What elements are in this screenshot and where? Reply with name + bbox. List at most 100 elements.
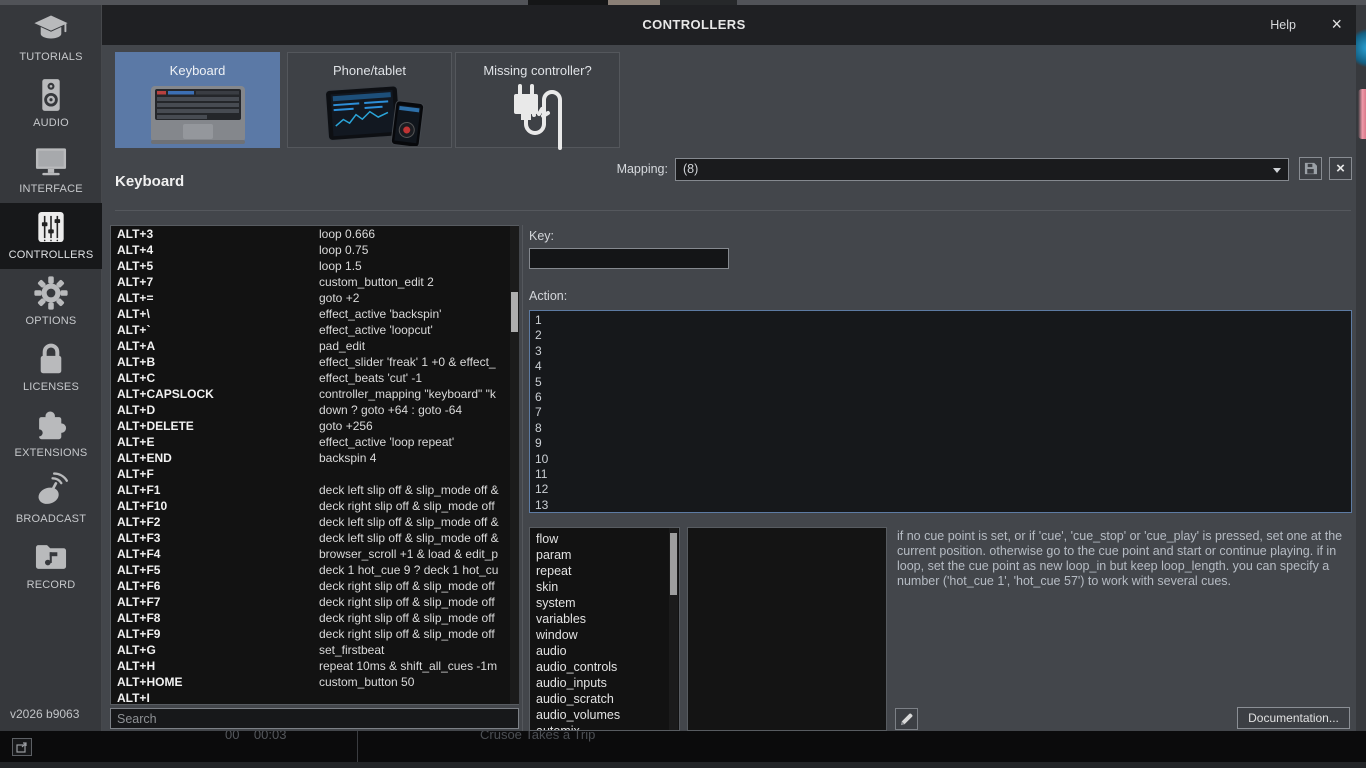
shortcut-key: ALT+I [117,690,315,705]
category-item[interactable]: audio_inputs [530,675,679,691]
mapping-dropdown[interactable]: (8) [675,158,1289,181]
shortcut-row[interactable]: ALT+7 custom_button_edit 2 [111,274,518,290]
shortcut-row[interactable]: ALT+F10 deck right slip off & slip_mode … [111,498,518,514]
documentation-button[interactable]: Documentation... [1237,707,1350,729]
category-item[interactable]: flow [530,531,679,547]
line-number: 2 [535,328,1351,343]
shortcut-key: ALT+E [117,434,315,450]
sidebar-item-label: CONTROLLERS [9,249,94,261]
shortcut-row[interactable]: ALT+CAPSLOCK controller_mapping "keyboar… [111,386,518,402]
save-floppy-icon [1304,162,1317,175]
shortcut-row[interactable]: ALT+G set_firstbeat [111,642,518,658]
shortcut-row[interactable]: ALT+E effect_active 'loop repeat' [111,434,518,450]
sidebar-item-broadcast[interactable]: BROADCAST [0,467,102,533]
tab-phone-tablet[interactable]: Phone/tablet [287,52,452,148]
category-item[interactable]: system [530,595,679,611]
chevron-down-icon [1273,168,1281,173]
restore-window-button[interactable] [12,738,32,756]
shortcut-row[interactable]: ALT+\ effect_active 'backspin' [111,306,518,322]
sidebar-item-controllers[interactable]: CONTROLLERS [0,203,102,269]
mixer-sliders-icon [32,208,70,246]
search-input[interactable] [110,708,519,729]
sidebar-item-tutorials[interactable]: TUTORIALS [0,5,102,71]
line-number: 11 [535,467,1351,482]
shortcut-row[interactable]: ALT+3 loop 0.666 [111,226,518,242]
shortcut-list[interactable]: ALT+3 loop 0.666 ALT+4 loop 0.75 ALT+5 l… [110,225,519,705]
shortcut-row[interactable]: ALT+I [111,690,518,705]
shortcut-row[interactable]: ALT+DELETE goto +256 [111,418,518,434]
shortcut-row[interactable]: ALT+F2 deck left slip off & slip_mode of… [111,514,518,530]
close-icon[interactable]: × [1331,14,1342,34]
shortcut-row[interactable]: ALT+5 loop 1.5 [111,258,518,274]
category-item[interactable]: automix [530,723,679,731]
shortcut-key: ALT+5 [117,258,315,274]
shortcut-row[interactable]: ALT+` effect_active 'loopcut' [111,322,518,338]
shortcut-row[interactable]: ALT+F6 deck right slip off & slip_mode o… [111,578,518,594]
shortcut-row[interactable]: ALT+HOME custom_button 50 [111,674,518,690]
shortcut-row[interactable]: ALT+F [111,466,518,482]
sidebar-item-options[interactable]: OPTIONS [0,269,102,335]
line-number: 7 [535,405,1351,420]
shortcut-key: ALT+D [117,402,315,418]
shortcut-action: loop 0.75 [319,242,506,258]
category-item[interactable]: window [530,627,679,643]
shortcut-row[interactable]: ALT+F8 deck right slip off & slip_mode o… [111,610,518,626]
action-help-text: if no cue point is set, or if 'cue', 'cu… [897,529,1359,589]
line-number: 13 [535,498,1351,513]
category-item[interactable]: param [530,547,679,563]
sidebar-item-record[interactable]: RECORD [0,533,102,599]
action-sublist[interactable] [687,527,887,731]
category-item[interactable]: audio_volumes [530,707,679,723]
shortcut-action: controller_mapping "keyboard" "k [319,386,506,402]
shortcut-row[interactable]: ALT+4 loop 0.75 [111,242,518,258]
action-category-list[interactable]: flowparamrepeatskinsystemvariableswindow… [529,527,680,731]
sidebar-item-label: TUTORIALS [19,51,82,63]
scrollbar-thumb[interactable] [670,533,677,595]
divider [115,210,1351,211]
scrollbar[interactable] [510,226,519,704]
sidebar-item-audio[interactable]: AUDIO [0,71,102,137]
shortcut-row[interactable]: ALT+A pad_edit [111,338,518,354]
shortcut-row[interactable]: ALT+END backspin 4 [111,450,518,466]
shortcut-key: ALT+\ [117,306,315,322]
sidebar-item-licenses[interactable]: LICENSES [0,335,102,401]
shortcut-row[interactable]: ALT+D down ? goto +64 : goto -64 [111,402,518,418]
shortcut-key: ALT+F2 [117,514,315,530]
shortcut-row[interactable]: ALT+F3 deck left slip off & slip_mode of… [111,530,518,546]
shortcut-key: ALT+F1 [117,482,315,498]
action-editor[interactable]: 12345678910111213 [529,310,1352,513]
line-number: 1 [535,313,1351,328]
category-item[interactable]: audio_controls [530,659,679,675]
category-item[interactable]: audio_scratch [530,691,679,707]
shortcut-row[interactable]: ALT+= goto +2 [111,290,518,306]
shortcut-key: ALT+F9 [117,626,315,642]
shortcut-row[interactable]: ALT+F1 deck left slip off & slip_mode of… [111,482,518,498]
shortcut-action: effect_beats 'cut' -1 [319,370,506,386]
category-item[interactable]: audio [530,643,679,659]
shortcut-row[interactable]: ALT+F5 deck 1 hot_cue 9 ? deck 1 hot_cu [111,562,518,578]
scrollbar-thumb[interactable] [511,292,518,332]
help-link[interactable]: Help [1270,18,1296,32]
save-mapping-button[interactable] [1299,157,1322,180]
close-icon: × [1336,160,1345,177]
shortcut-row[interactable]: ALT+H repeat 10ms & shift_all_cues -1m [111,658,518,674]
category-item[interactable]: skin [530,579,679,595]
delete-mapping-button[interactable]: × [1329,157,1352,180]
tab-missing-controller[interactable]: Missing controller? [455,52,620,148]
shortcut-action: deck left slip off & slip_mode off & [319,482,506,498]
shortcut-row[interactable]: ALT+F4 browser_scroll +1 & load & edit_p [111,546,518,562]
shortcut-key: ALT+HOME [117,674,315,690]
category-item[interactable]: variables [530,611,679,627]
shortcut-row[interactable]: ALT+F9 deck right slip off & slip_mode o… [111,626,518,642]
scrollbar[interactable] [669,528,678,730]
shortcut-row[interactable]: ALT+F7 deck right slip off & slip_mode o… [111,594,518,610]
shortcut-key: ALT+F8 [117,610,315,626]
edit-action-button[interactable] [895,708,918,730]
category-item[interactable]: repeat [530,563,679,579]
shortcut-row[interactable]: ALT+C effect_beats 'cut' -1 [111,370,518,386]
sidebar-item-interface[interactable]: INTERFACE [0,137,102,203]
shortcut-row[interactable]: ALT+B effect_slider 'freak' 1 +0 & effec… [111,354,518,370]
sidebar-item-extensions[interactable]: EXTENSIONS [0,401,102,467]
key-input[interactable] [529,248,729,269]
tab-keyboard[interactable]: Keyboard [115,52,280,148]
